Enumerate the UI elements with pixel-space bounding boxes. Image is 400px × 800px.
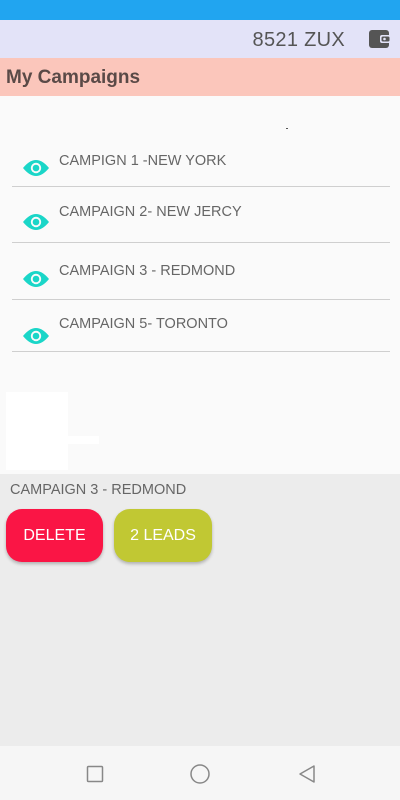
triangle-back-icon[interactable]	[296, 763, 318, 785]
campaign-row[interactable]: CAMPAIGN 5- TORONTO	[12, 301, 390, 352]
eye-icon[interactable]	[22, 269, 50, 289]
circle-icon[interactable]	[189, 763, 211, 785]
selection-panel: CAMPAIGN 3 - REDMOND DELETE 2 LEADS	[0, 474, 400, 746]
square-icon[interactable]	[84, 763, 106, 785]
eye-icon[interactable]	[22, 158, 50, 178]
campaign-label: CAMPAIGN 2- NEW JERCY	[59, 204, 242, 220]
selected-campaign-label: CAMPAIGN 3 - REDMOND	[10, 482, 187, 498]
top-bar: 8521 ZUX	[0, 20, 400, 58]
blank-tile	[6, 392, 68, 470]
eye-icon[interactable]	[22, 326, 50, 346]
decorative-dot	[286, 128, 288, 129]
campaign-row[interactable]: CAMPAIGN 2- NEW JERCY	[12, 192, 390, 243]
campaign-row[interactable]: CAMPIGN 1 -NEW YORK	[12, 136, 390, 187]
eye-icon[interactable]	[22, 212, 50, 232]
status-bar	[0, 0, 400, 20]
page-title: My Campaigns	[6, 67, 141, 88]
campaign-label: CAMPAIGN 3 - REDMOND	[59, 263, 236, 279]
campaign-label: CAMPIGN 1 -NEW YORK	[59, 153, 227, 169]
wallet-icon[interactable]	[368, 28, 392, 50]
leads-button[interactable]: 2 LEADS	[114, 509, 212, 562]
delete-button[interactable]: DELETE	[6, 509, 103, 562]
title-bar: My Campaigns	[0, 58, 400, 96]
campaign-row[interactable]: CAMPAIGN 3 - REDMOND	[12, 249, 390, 300]
campaign-label: CAMPAIGN 5- TORONTO	[59, 316, 228, 332]
navigation-bar	[0, 746, 400, 800]
balance-text: 8521 ZUX	[252, 29, 345, 51]
